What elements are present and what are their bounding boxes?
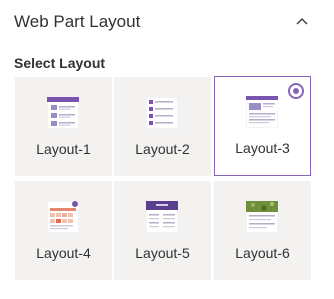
layout-6-label: Layout-6 [235, 245, 290, 261]
selected-radio-icon[interactable] [288, 83, 304, 99]
panel-title: Web Part Layout [14, 12, 141, 31]
layout-4-option[interactable]: Layout-4 [15, 181, 112, 280]
radio-dot [293, 88, 299, 94]
layout-1-label: Layout-1 [36, 141, 91, 157]
layout-1-option[interactable]: Layout-1 [15, 77, 112, 176]
layout-2-label: Layout-2 [135, 141, 190, 157]
chevron-up-icon[interactable] [296, 17, 308, 25]
layout-3-thumbnail-icon [246, 96, 278, 128]
layout-6-option[interactable]: Layout-6 [214, 181, 311, 280]
layout-6-thumbnail-icon [246, 201, 278, 233]
layout-4-label: Layout-4 [36, 245, 91, 261]
layout-3-label: Layout-3 [235, 140, 290, 156]
layout-3-option[interactable]: Layout-3 [214, 76, 311, 176]
layout-2-option[interactable]: Layout-2 [114, 77, 211, 176]
layout-1-thumbnail-icon [47, 97, 79, 129]
select-layout-label: Select Layout [14, 55, 106, 71]
layout-5-label: Layout-5 [135, 245, 190, 261]
layout-5-option[interactable]: Layout-5 [114, 181, 211, 280]
layout-2-thumbnail-icon [146, 97, 178, 129]
layout-5-thumbnail-icon [146, 201, 178, 233]
layout-4-thumbnail-icon [47, 201, 79, 233]
panel-header[interactable]: Web Part Layout [0, 0, 334, 46]
